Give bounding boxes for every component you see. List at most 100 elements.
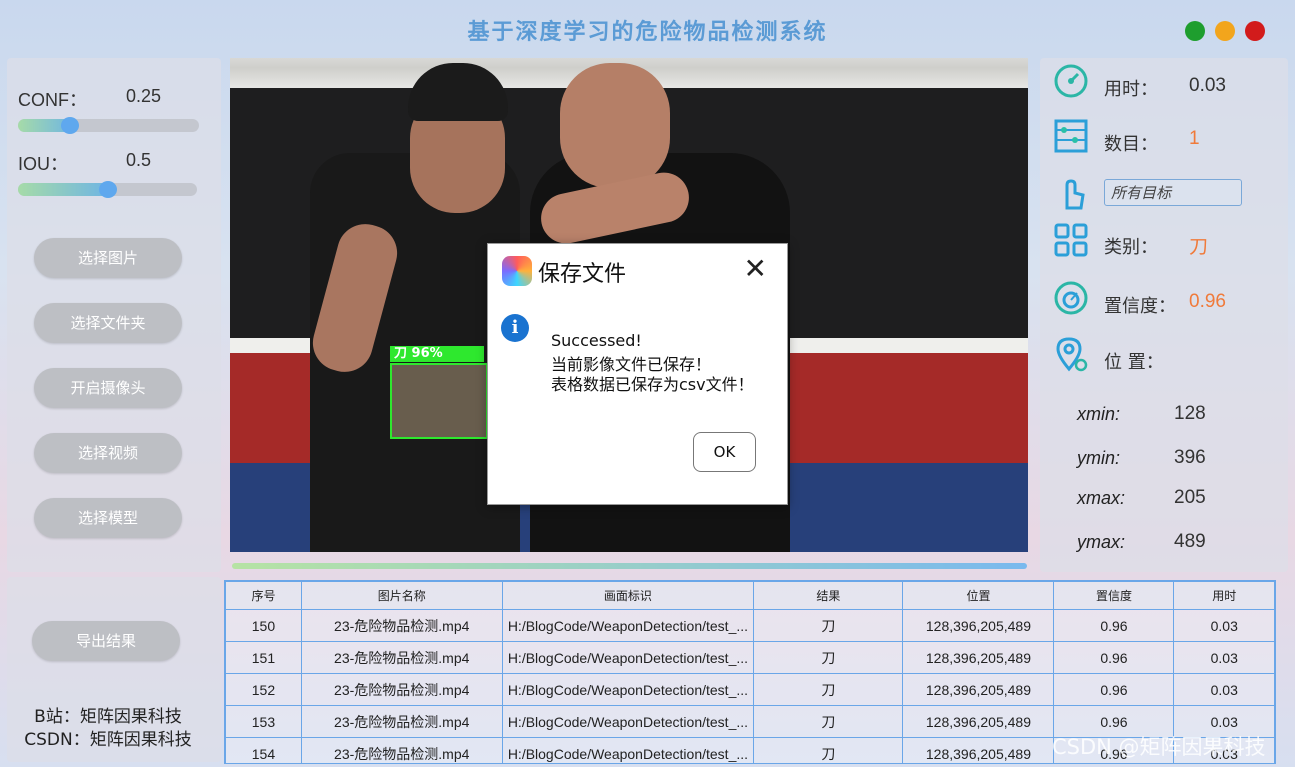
- ymax-value: 489: [1174, 531, 1206, 552]
- iou-slider[interactable]: [18, 181, 197, 198]
- timer-icon: [1054, 64, 1088, 98]
- window-close-button[interactable]: [1245, 21, 1265, 41]
- column-header-frame-id[interactable]: 画面标识: [501, 581, 755, 610]
- select-image-button[interactable]: 选择图片: [34, 238, 182, 278]
- table-cell: 0.03: [1173, 673, 1275, 706]
- table-cell: 128,396,205,489: [902, 737, 1055, 763]
- table-cell: 128,396,205,489: [902, 641, 1055, 674]
- open-camera-button[interactable]: 开启摄像头: [34, 368, 182, 408]
- column-header-confidence[interactable]: 置信度: [1053, 581, 1175, 610]
- app-title: 基于深度学习的危险物品检测系统: [467, 19, 828, 45]
- class-value: 刀: [1189, 237, 1209, 258]
- table-cell: H:/BlogCode/WeaponDetection/test_...: [501, 737, 755, 763]
- ymin-label: ymin:: [1077, 448, 1121, 468]
- window-maximize-button[interactable]: [1215, 21, 1235, 41]
- select-video-button[interactable]: 选择视频: [34, 433, 182, 473]
- location-pin-icon: [1056, 337, 1088, 372]
- table-cell: H:/BlogCode/WeaponDetection/test_...: [501, 609, 755, 642]
- table-cell: 刀: [753, 673, 904, 706]
- count-value: 1: [1189, 128, 1200, 149]
- select-folder-button[interactable]: 选择文件夹: [34, 303, 182, 343]
- table-row[interactable]: 151 23-危险物品检测.mp4 H:/BlogCode/WeaponDete…: [225, 641, 1275, 674]
- table-header-row: 序号 图片名称 画面标识 结果 位置 置信度 用时: [225, 581, 1275, 610]
- table-cell: 153: [225, 705, 302, 738]
- xmax-label: xmax:: [1077, 488, 1126, 508]
- ok-button[interactable]: OK: [693, 432, 756, 472]
- table-cell: 刀: [753, 641, 904, 674]
- xmax-value: 205: [1174, 487, 1206, 508]
- table-cell: 刀: [753, 609, 904, 642]
- position-label: 位 置：: [1104, 352, 1164, 373]
- table-cell: 154: [225, 737, 302, 763]
- table-cell: 0.96: [1053, 673, 1175, 706]
- column-header-filename[interactable]: 图片名称: [300, 581, 503, 610]
- table-cell: 0.03: [1173, 609, 1275, 642]
- table-cell: 0.96: [1053, 641, 1175, 674]
- time-label: 用时：: [1104, 79, 1158, 100]
- iou-slider-handle[interactable]: [99, 181, 117, 198]
- column-header-time[interactable]: 用时: [1173, 581, 1275, 610]
- video-person-left-hair: [408, 63, 508, 121]
- conf-slider[interactable]: [18, 117, 199, 134]
- info-icon: i: [501, 314, 529, 342]
- detection-box: [390, 363, 488, 439]
- conf-value: 0.25: [126, 86, 162, 106]
- confidence-value: 0.96: [1189, 291, 1226, 312]
- dialog-title: 保存文件: [538, 262, 627, 287]
- video-progress-bar[interactable]: [232, 563, 1027, 569]
- table-cell: 0.96: [1053, 609, 1175, 642]
- table-cell: 23-危险物品检测.mp4: [300, 673, 503, 706]
- count-label: 数目：: [1104, 134, 1158, 155]
- confidence-label: 置信度：: [1104, 296, 1176, 317]
- xmin-value: 128: [1174, 403, 1206, 424]
- table-cell: H:/BlogCode/WeaponDetection/test_...: [501, 641, 755, 674]
- ymax-label: ymax:: [1077, 532, 1126, 552]
- table-cell: 23-危险物品检测.mp4: [300, 705, 503, 738]
- watermark: CSDN @矩阵因果科技: [1052, 735, 1266, 759]
- table-cell: 23-危险物品检测.mp4: [300, 641, 503, 674]
- dialog-message-line: Successed!: [551, 331, 642, 350]
- ymin-value: 396: [1174, 447, 1206, 468]
- table-cell: H:/BlogCode/WeaponDetection/test_...: [501, 705, 755, 738]
- table-cell: 23-危险物品检测.mp4: [300, 737, 503, 763]
- dialog-close-button[interactable]: ✕: [744, 254, 767, 284]
- class-label: 类别：: [1104, 237, 1158, 258]
- detection-label: 刀 96%: [390, 346, 484, 362]
- credit-bilibili: B站：矩阵因果科技: [34, 707, 182, 727]
- target-select[interactable]: 所有目标: [1104, 179, 1242, 206]
- table-cell: 150: [225, 609, 302, 642]
- table-cell: 刀: [753, 705, 904, 738]
- window-minimize-button[interactable]: [1185, 21, 1205, 41]
- iou-label: IOU：: [18, 154, 69, 174]
- time-value: 0.03: [1189, 75, 1226, 96]
- touch-icon: [1065, 179, 1085, 210]
- xmin-label: xmin:: [1077, 404, 1121, 424]
- select-model-button[interactable]: 选择模型: [34, 498, 182, 538]
- column-header-result[interactable]: 结果: [753, 581, 904, 610]
- column-header-index[interactable]: 序号: [225, 581, 302, 610]
- conf-label: CONF：: [18, 90, 87, 110]
- iou-value: 0.5: [126, 150, 152, 170]
- category-grid-icon: [1054, 223, 1088, 257]
- credit-csdn: CSDN：矩阵因果科技: [24, 730, 192, 750]
- dialog-message-line: 表格数据已保存为csv文件！: [551, 375, 754, 394]
- app-logo-icon: [502, 256, 532, 286]
- table-cell: 刀: [753, 737, 904, 763]
- table-cell: 152: [225, 673, 302, 706]
- conf-slider-handle[interactable]: [61, 117, 79, 134]
- table-cell: 0.03: [1173, 641, 1275, 674]
- table-row[interactable]: 152 23-危险物品检测.mp4 H:/BlogCode/WeaponDete…: [225, 673, 1275, 706]
- table-cell: 128,396,205,489: [902, 705, 1055, 738]
- gauge-icon: [1054, 281, 1088, 315]
- table-cell: 128,396,205,489: [902, 609, 1055, 642]
- save-file-dialog: 保存文件 ✕ i Successed! 当前影像文件已保存！ 表格数据已保存为c…: [487, 243, 788, 505]
- table-cell: H:/BlogCode/WeaponDetection/test_...: [501, 673, 755, 706]
- column-header-position[interactable]: 位置: [902, 581, 1055, 610]
- abacus-icon: [1054, 119, 1088, 153]
- table-cell: 128,396,205,489: [902, 673, 1055, 706]
- table-cell: 151: [225, 641, 302, 674]
- table-row[interactable]: 150 23-危险物品检测.mp4 H:/BlogCode/WeaponDete…: [225, 609, 1275, 642]
- table-cell: 23-危险物品检测.mp4: [300, 609, 503, 642]
- export-results-button[interactable]: 导出结果: [32, 621, 180, 661]
- video-person-right-head: [560, 63, 670, 188]
